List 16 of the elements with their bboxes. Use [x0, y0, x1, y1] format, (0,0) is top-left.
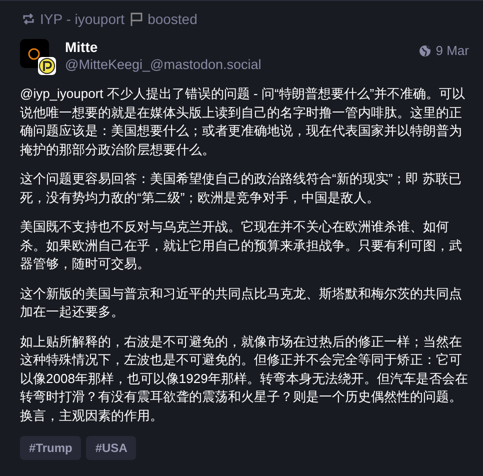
post-paragraph: 如上贴所解释的，右波是不可避免的，就像市场在过热后的修正一样；当然在这种特殊情况下，左波也是不可避免的。但修正并不会完全等同于矫正：它可以像2008年那样，也可以像1929年那样。转弯本身无法绕开。但汽车是否会在转弯时打滑？有没有震耳欲聋的震荡和火星子？则是一个历史偶然性的问题。换言，主观因素的作用。: [20, 332, 469, 424]
boost-label: boosted: [148, 11, 198, 27]
boost-icon: [22, 13, 35, 25]
author-name[interactable]: Mitte: [65, 39, 419, 55]
flag-icon: [130, 12, 143, 26]
post-paragraph: 美国既不支持也不反对与乌克兰开战。它现在并不关心在欧洲谁杀谁、如何杀。如果欧洲自己在乎，就让它用自己的预算来承担战争。只要有利可图，武器管够，随时可交易。: [20, 218, 463, 273]
hashtag[interactable]: #USA: [86, 436, 136, 460]
author-handle[interactable]: @MitteKeegi_@mastodon.social: [65, 57, 419, 72]
post-paragraph: 这个新版的美国与普京和习近平的共同点比马克龙、斯塔默和梅尔茨的共同点加在一起还要多。: [20, 284, 463, 321]
post-date[interactable]: 9 Mar: [436, 43, 469, 58]
hashtag[interactable]: #Trump: [20, 436, 82, 460]
post-paragraph: 这个问题更容易回答：美国希望使自己的政治路线符合“新的现实”；即 苏联已死，没有势均力敌的“第二级”；欧洲是竞争对手，中国是敌人。: [20, 170, 462, 206]
booster-name[interactable]: IYP - iyouport: [40, 11, 125, 27]
badge-icon: [38, 57, 56, 75]
post-paragraph: @iyp_iyouport 不少人提出了错误的问题 - 问“特朗普想要什么”并不准确。可以说他唯一想要的就是在媒体头版上读到自己的名字时撸一管内啡肽。这里的正确问题应该是：美国想要什么；或者更准确地说，现在代表国家并以特朗普为掩护的那部分政治阶层想要什么。: [20, 85, 466, 158]
globe-icon: [418, 44, 431, 56]
